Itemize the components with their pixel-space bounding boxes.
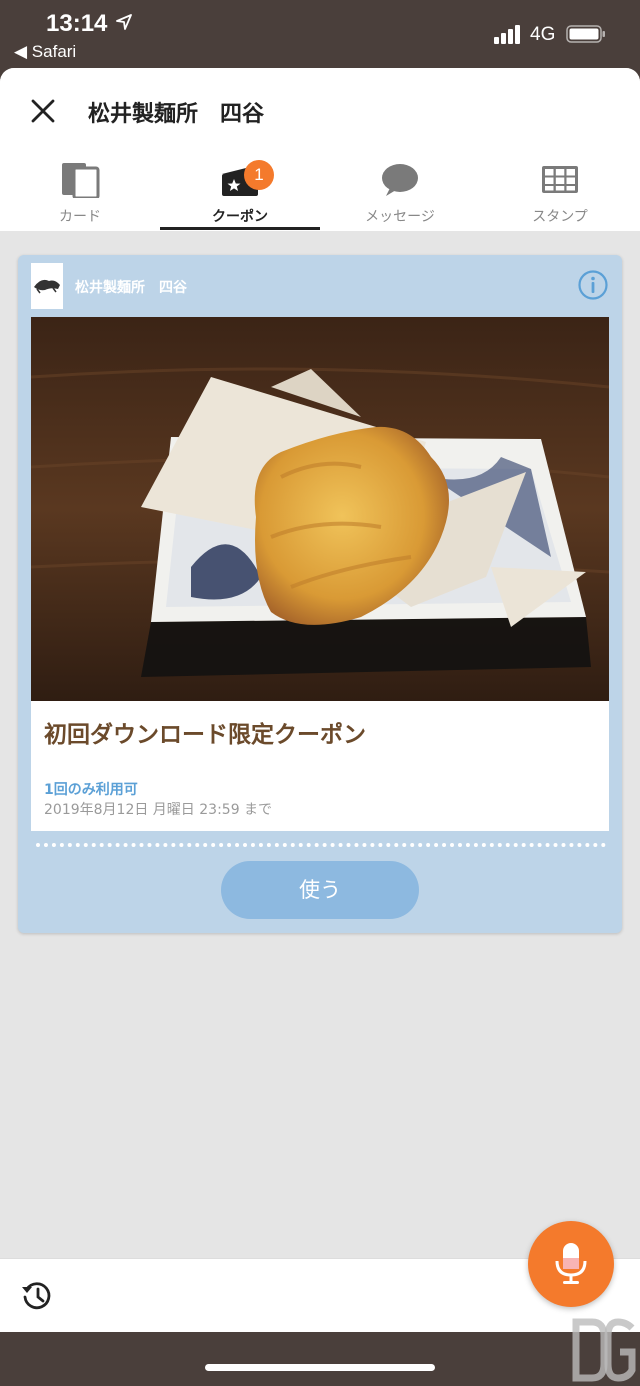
page-title: 松井製麺所 四谷 bbox=[88, 102, 265, 127]
tab-card-label: カード bbox=[59, 209, 101, 225]
signal-icon bbox=[494, 25, 520, 44]
coupon-photo bbox=[31, 317, 609, 701]
card-icon bbox=[62, 163, 100, 198]
voice-input-button[interactable] bbox=[528, 1221, 614, 1307]
active-tab-indicator bbox=[160, 227, 320, 230]
coupon-details: 初回ダウンロード限定クーポン 1回のみ利用可 2019年8月12日 月曜日 23… bbox=[31, 701, 609, 831]
watermark-logo bbox=[572, 1318, 636, 1382]
perforation-divider bbox=[36, 843, 606, 847]
status-bar: 13:14 ◀ Safari 4G bbox=[0, 0, 640, 70]
coupon-card[interactable]: 松井製麺所 四谷 初回ダウンロード限定クーポン 1回のみ利用可 2019年8月1… bbox=[18, 255, 622, 933]
tab-coupon-label: クーポン bbox=[212, 209, 268, 225]
tab-coupon[interactable]: 1 クーポン bbox=[160, 160, 320, 230]
app-sheet: 松井製麺所 四谷 カード 1 クーポン メッセージ スタンプ 松井製麺所 四谷 … bbox=[0, 68, 640, 1332]
shop-logo bbox=[31, 263, 63, 309]
use-coupon-button[interactable]: 使う bbox=[221, 861, 419, 919]
tab-card[interactable]: カード bbox=[0, 160, 160, 230]
coupon-shop-name: 松井製麺所 四谷 bbox=[75, 280, 187, 296]
coupon-title: 初回ダウンロード限定クーポン bbox=[44, 722, 366, 748]
stamp-icon bbox=[542, 166, 578, 193]
location-arrow-icon bbox=[116, 14, 132, 30]
tab-message-label: メッセージ bbox=[365, 209, 435, 225]
coupon-count-badge: 1 bbox=[244, 160, 274, 190]
coupon-expiry: 2019年8月12日 月曜日 23:59 まで bbox=[44, 802, 273, 818]
coupon-usage-limit: 1回のみ利用可 bbox=[44, 782, 138, 798]
microphone-icon bbox=[555, 1243, 587, 1284]
status-time: 13:14 bbox=[46, 10, 108, 37]
info-icon[interactable] bbox=[577, 269, 609, 301]
tab-message[interactable]: メッセージ bbox=[320, 160, 480, 230]
history-icon[interactable] bbox=[20, 1279, 54, 1313]
network-type: 4G bbox=[530, 24, 556, 45]
message-icon bbox=[382, 164, 418, 196]
tab-stamp[interactable]: スタンプ bbox=[480, 160, 640, 230]
home-indicator[interactable] bbox=[205, 1364, 435, 1371]
close-icon[interactable] bbox=[28, 96, 58, 126]
back-to-safari-link[interactable]: ◀ Safari bbox=[14, 42, 76, 62]
tab-stamp-label: スタンプ bbox=[532, 209, 588, 225]
battery-icon bbox=[566, 25, 605, 43]
header: 松井製麺所 四谷 カード 1 クーポン メッセージ スタンプ bbox=[0, 68, 640, 231]
